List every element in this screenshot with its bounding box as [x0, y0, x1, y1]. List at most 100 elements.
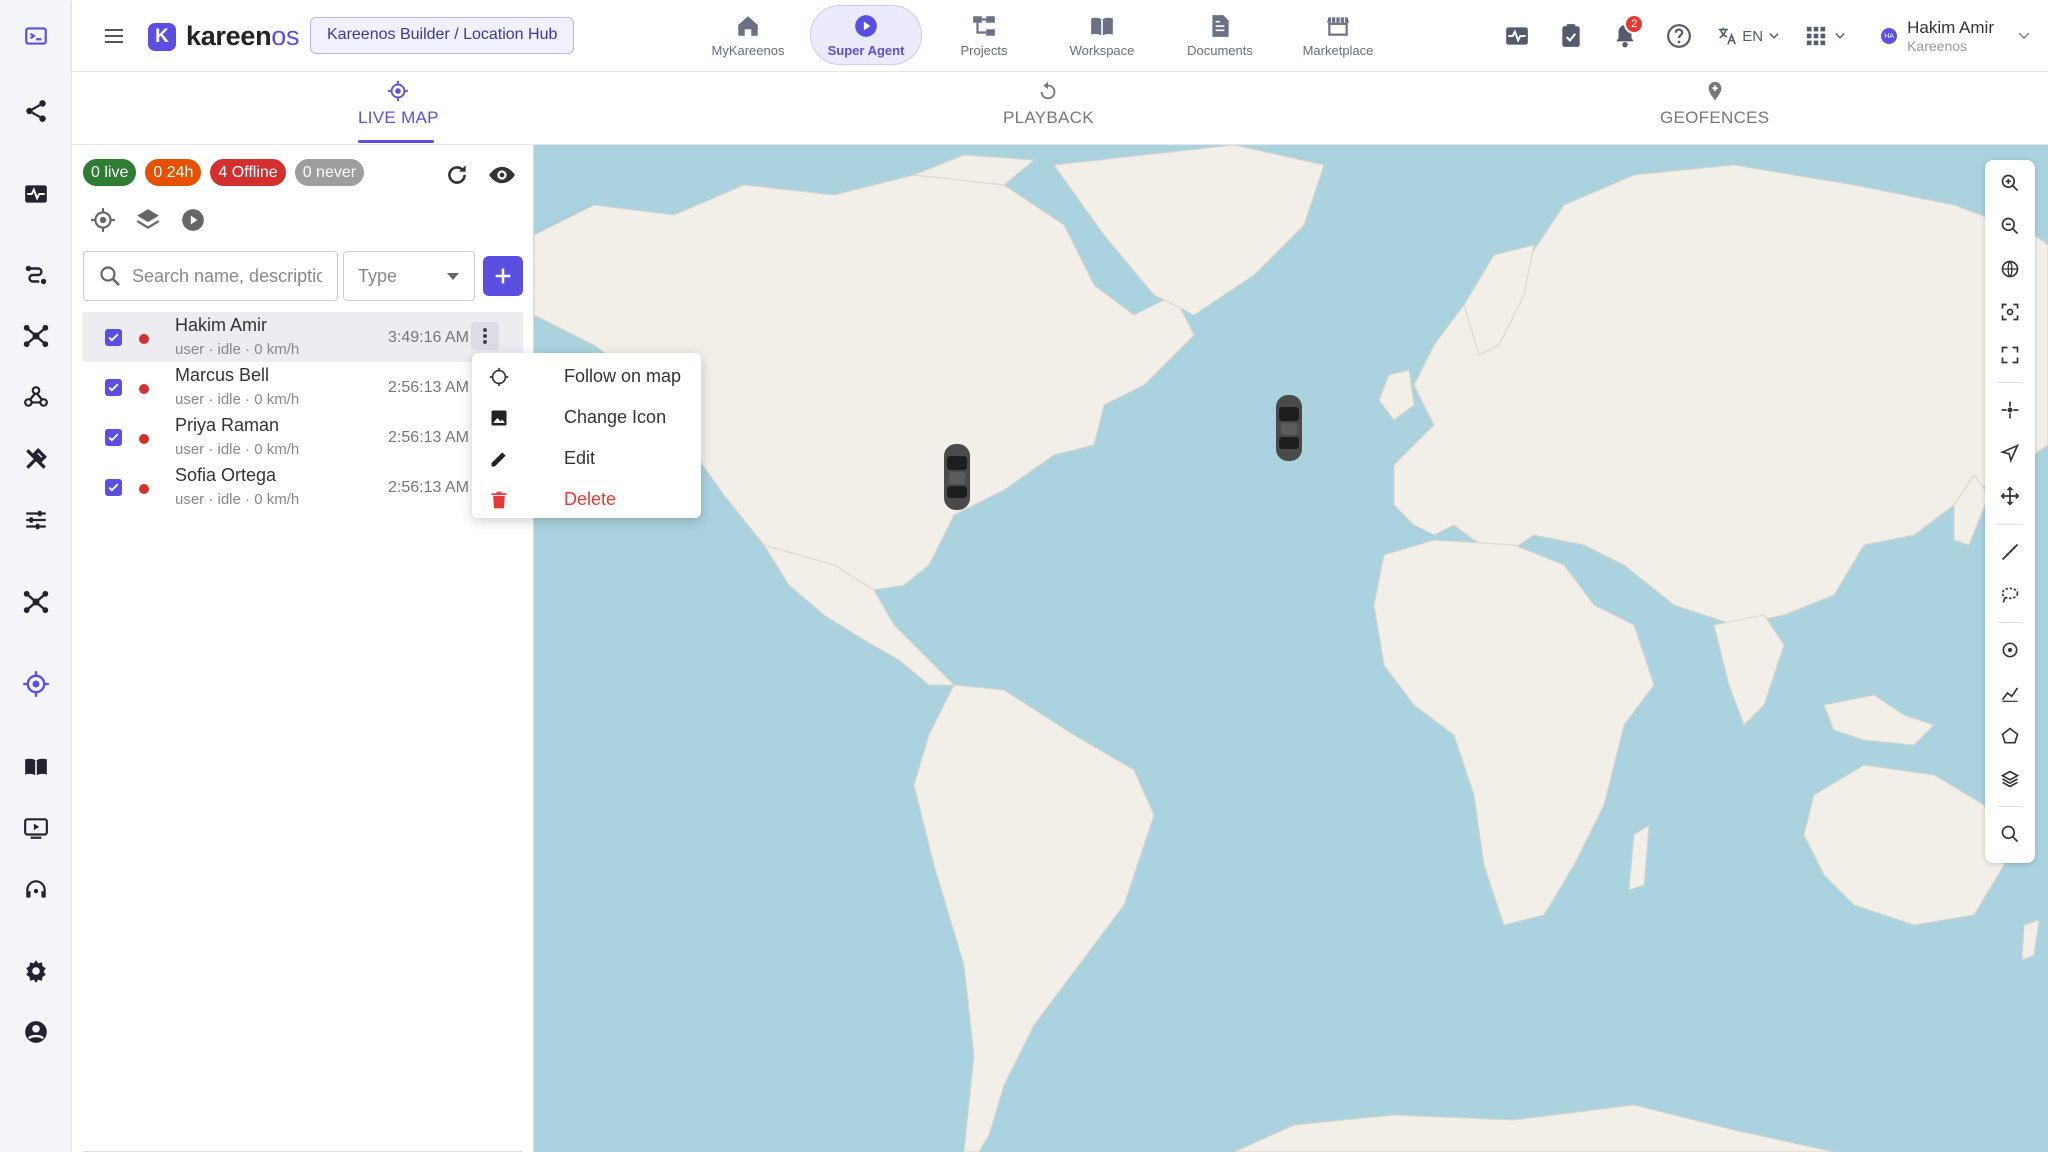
translate-icon — [1716, 25, 1738, 47]
draw-polyline-icon[interactable] — [1998, 681, 2022, 705]
my-location-icon[interactable] — [1998, 398, 2022, 422]
nav-mykareenos[interactable]: MyKareenos — [692, 5, 804, 65]
task-check-icon[interactable] — [1544, 16, 1598, 56]
notifications-bell-icon[interactable]: 2 — [1598, 14, 1652, 56]
breadcrumb[interactable]: Kareenos Builder / Location Hub — [310, 17, 575, 54]
refresh-icon[interactable] — [442, 160, 472, 190]
nav-label: Super Agent — [827, 42, 905, 58]
item-status: user · idle · 0 km/h — [175, 491, 300, 508]
type-select[interactable]: Type — [343, 251, 475, 301]
monitor-pulse-icon[interactable] — [20, 178, 52, 210]
account-icon[interactable] — [20, 1016, 52, 1048]
add-button[interactable] — [483, 256, 523, 296]
nav-projects[interactable]: Projects — [928, 5, 1040, 65]
checkbox[interactable] — [105, 379, 122, 396]
monitor-pulse-icon[interactable] — [1490, 16, 1544, 56]
help-icon[interactable] — [1652, 16, 1706, 56]
tab-label: GEOFENCES — [1660, 108, 1770, 127]
checkbox[interactable] — [105, 479, 122, 496]
menu-item-label: Change Icon — [564, 407, 667, 427]
world-map[interactable] — [534, 145, 2048, 1152]
menu-item-edit[interactable]: Edit — [472, 438, 701, 479]
layers-icon[interactable] — [1998, 767, 2022, 791]
vehicle-marker[interactable] — [941, 442, 973, 512]
row-context-menu: Follow on map Change Icon Edit Delete — [472, 353, 701, 518]
checkbox[interactable] — [105, 429, 122, 446]
draw-polygon-icon[interactable] — [1998, 724, 2022, 748]
nav-super-agent[interactable]: Super Agent — [810, 5, 922, 65]
status-chip-24h[interactable]: 0 24h — [145, 159, 202, 186]
menu-item-change-icon[interactable]: Change Icon — [472, 397, 701, 438]
gps-target-icon[interactable] — [88, 205, 118, 235]
nav-workspace[interactable]: Workspace — [1046, 5, 1158, 65]
tab-live-map[interactable]: LIVE MAP — [358, 80, 439, 128]
item-status: user · idle · 0 km/h — [175, 441, 300, 458]
brand-logo[interactable]: K kareenos — [148, 21, 299, 52]
menu-item-label: Delete — [564, 489, 617, 509]
draw-circle-icon[interactable] — [1998, 638, 2022, 662]
menu-item-follow-on-map[interactable]: Follow on map — [472, 356, 701, 397]
center-focus-icon[interactable] — [1998, 300, 2022, 324]
zoom-in-icon[interactable] — [1998, 171, 2022, 195]
pan-move-icon[interactable] — [1998, 484, 2022, 508]
visibility-eye-icon[interactable] — [487, 160, 517, 190]
layers-icon[interactable] — [133, 205, 163, 235]
apps-grid-selector[interactable] — [1791, 16, 1861, 56]
console-icon[interactable] — [20, 20, 52, 52]
list-item[interactable]: Priya Raman user · idle · 0 km/h 2:56:13… — [83, 412, 523, 462]
logo-mark: K — [148, 22, 176, 51]
status-chip-offline[interactable]: 4 Offline — [210, 159, 286, 186]
hamburger-menu-icon[interactable] — [102, 24, 126, 48]
avatar: HA — [1881, 28, 1898, 44]
list-item[interactable]: Marcus Bell user · idle · 0 km/h 2:56:13… — [83, 362, 523, 412]
vehicle-marker[interactable] — [1273, 393, 1305, 463]
zoom-out-icon[interactable] — [1998, 214, 2022, 238]
status-chip-never[interactable]: 0 never — [294, 159, 365, 186]
checkbox[interactable] — [105, 329, 122, 346]
fullscreen-icon[interactable] — [1998, 343, 2022, 367]
share-icon[interactable] — [20, 95, 52, 127]
hub-icon[interactable] — [20, 586, 52, 618]
location-target-icon[interactable] — [20, 668, 52, 700]
search-map-icon[interactable] — [1998, 822, 2022, 846]
lasso-select-icon[interactable] — [1998, 583, 2022, 607]
measure-line-icon[interactable] — [1998, 540, 2022, 564]
play-circle-icon[interactable] — [178, 205, 208, 235]
list-item[interactable]: Hakim Amir user · idle · 0 km/h 3:49:16 … — [83, 312, 523, 362]
play-circle-icon — [853, 13, 879, 39]
menu-item-label: Follow on map — [564, 366, 682, 386]
nav-marketplace[interactable]: Marketplace — [1282, 5, 1394, 65]
search-text-field[interactable] — [132, 265, 322, 287]
divider — [1997, 382, 2023, 383]
language-selector[interactable]: EN — [1706, 25, 1791, 47]
notification-count-badge: 2 — [1624, 14, 1645, 34]
nav-documents[interactable]: Documents — [1164, 5, 1276, 65]
pencil-edit-icon — [488, 448, 510, 470]
home-icon — [735, 13, 761, 39]
tab-geofences[interactable]: GEOFENCES — [1660, 80, 1769, 128]
support-icon[interactable] — [20, 874, 52, 906]
globe-icon[interactable] — [1998, 257, 2022, 281]
video-icon[interactable] — [20, 812, 52, 844]
header-actions: 2 EN HA Hakim Amir Kareenos — [1490, 0, 2048, 72]
navigation-arrow-icon[interactable] — [1998, 441, 2022, 465]
tools-icon[interactable] — [20, 443, 52, 475]
image-icon — [488, 407, 510, 429]
settings-gear-icon[interactable] — [20, 955, 52, 987]
webhook-icon[interactable] — [20, 381, 52, 413]
chevron-down-icon — [1833, 29, 1847, 43]
route-icon[interactable] — [20, 259, 52, 291]
status-dot — [139, 434, 149, 444]
book-icon[interactable] — [20, 751, 52, 783]
user-menu[interactable]: HA Hakim Amir Kareenos — [1861, 18, 2048, 54]
more-vert-icon[interactable] — [471, 322, 499, 350]
tune-icon[interactable] — [20, 504, 52, 536]
list-item[interactable]: Sofia Ortega user · idle · 0 km/h 2:56:1… — [83, 462, 523, 512]
menu-item-delete[interactable]: Delete — [472, 479, 701, 520]
network-icon[interactable] — [20, 320, 52, 352]
search-input[interactable] — [83, 251, 338, 301]
tab-label: LIVE MAP — [358, 108, 439, 127]
tab-playback[interactable]: PLAYBACK — [1003, 80, 1094, 128]
status-chip-live[interactable]: 0 live — [83, 159, 137, 186]
view-tabs: LIVE MAP PLAYBACK GEOFENCES — [72, 72, 2048, 145]
